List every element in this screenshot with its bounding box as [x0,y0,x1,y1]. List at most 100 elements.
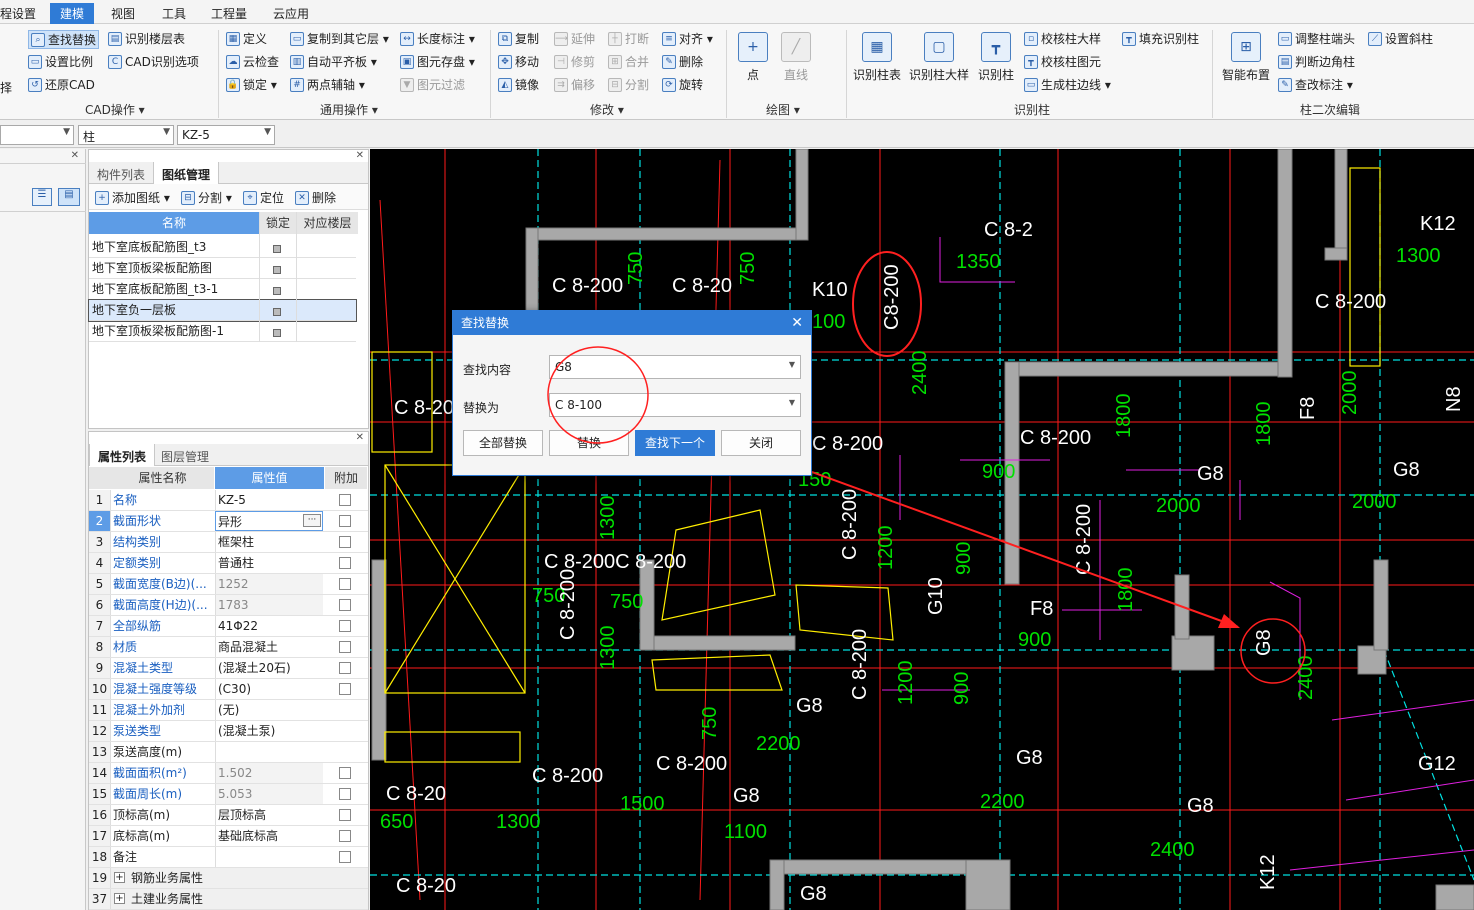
extra-checkbox[interactable] [339,557,351,569]
generate-column-edge-button[interactable]: ▭ 生成柱边线 ▾ [1024,76,1111,93]
judge-corner-column-button[interactable]: ▤ 判断边角柱 [1278,53,1355,70]
close-icon[interactable]: ✕ [71,150,79,161]
column-header-prop-name[interactable]: 属性名称 [111,467,214,489]
floor-combo[interactable]: ▼ [0,125,74,145]
property-value[interactable]: (混凝土泵) [215,721,323,741]
check-column-element-button[interactable]: ┳ 校核柱图元 [1024,53,1101,70]
find-replace-button[interactable]: ⌕ 查找替换 [28,30,100,49]
trim-button[interactable]: ⊣ 修剪 [554,53,595,70]
ellipsis-button[interactable]: ··· [303,514,321,527]
property-row[interactable]: 4 定额类别 普通柱 [89,553,368,574]
extra-checkbox[interactable] [339,536,351,548]
property-row[interactable]: 12 泵送类型 (混凝土泵) [89,721,368,742]
property-row[interactable]: 37 + 土建业务属性 [89,889,368,910]
property-value[interactable]: 5.053 [215,784,323,804]
chevron-down-icon[interactable]: ▼ [789,398,795,407]
cloud-check-button[interactable]: ☁ 云检查 [226,53,279,70]
close-icon[interactable]: ✕ [356,150,364,161]
property-row[interactable]: 10 混凝土强度等级 (C30) [89,679,368,700]
menu-view[interactable]: 视图 [111,5,135,22]
add-drawing-button[interactable]: + 添加图纸 ▾ [95,189,170,206]
extra-checkbox[interactable] [339,851,351,863]
column-header-floor[interactable]: 对应楼层 [297,212,358,234]
copy-button[interactable]: ⧉ 复制 [498,30,539,47]
merge-button[interactable]: ⊞ 合并 [608,53,649,70]
column-header-lock[interactable]: 锁定 [260,212,296,234]
property-value[interactable]: 商品混凝土 [215,637,323,657]
recognize-column-detail-button[interactable]: ▢ 识别柱大样 [908,32,970,83]
length-dimension-button[interactable]: ↔ 长度标注 ▾ [400,30,475,47]
property-row[interactable]: 7 全部纵筋 41Φ22 [89,616,368,637]
split-button[interactable]: ⊟ 分割 [608,76,649,93]
move-button[interactable]: ✥ 移动 [498,53,539,70]
property-value[interactable]: (混凝土20石) [215,658,323,678]
extra-checkbox[interactable] [339,788,351,800]
list-view-icon[interactable]: ☰ [32,188,52,206]
extra-checkbox[interactable] [339,830,351,842]
property-row[interactable]: 19 + 钢筋业务属性 [89,868,368,889]
set-scale-button[interactable]: ▭ 设置比例 [28,53,93,70]
tab-drawing-management[interactable]: 图纸管理 [153,162,220,184]
column-header-extra[interactable]: 附加 [325,467,367,489]
menu-tools[interactable]: 工具 [162,5,186,22]
cad-canvas[interactable]: C 8-200 C 8-20 C 8-2 K10 K12 C 8-200 C 8… [370,149,1474,910]
property-row[interactable]: 18 备注 [89,847,368,868]
extra-checkbox[interactable] [339,767,351,779]
property-value[interactable]: 基础底标高 [215,826,323,846]
define-button[interactable]: ▦ 定义 [226,30,267,47]
menu-modeling[interactable]: 建模 [50,3,95,24]
property-row[interactable]: 11 混凝土外加剂 (无) [89,700,368,721]
property-row[interactable]: 15 截面周长(m) 5.053 [89,784,368,805]
mirror-button[interactable]: ◭ 镜像 [498,76,539,93]
property-value[interactable] [215,742,323,762]
property-value[interactable]: (无) [215,700,323,720]
adjust-column-end-button[interactable]: ▭ 调整柱端头 [1278,30,1355,47]
chevron-down-icon[interactable]: ▼ [789,360,795,369]
replace-all-button[interactable]: 全部替换 [463,430,543,456]
group-label-draw[interactable]: 绘图 ▾ [766,101,800,118]
set-inclined-column-button[interactable]: ⟋ 设置斜柱 [1368,30,1433,47]
property-row[interactable]: 6 截面高度(H边)(... 1783 [89,595,368,616]
expand-icon[interactable]: + [114,893,125,904]
smart-layout-button[interactable]: ⊞ 智能布置 [1220,32,1272,83]
point-button[interactable]: + 点 [735,32,771,83]
cad-recognize-options-button[interactable]: C CAD识别选项 [108,53,199,70]
detail-view-icon[interactable]: ▤ [58,188,80,206]
restore-cad-button[interactable]: ↺ 还原CAD [28,76,95,93]
property-value[interactable]: 普通柱 [215,553,323,573]
split-drawing-button[interactable]: ⊟ 分割 ▾ [181,189,232,206]
group-label-modify[interactable]: 修改 ▾ [590,101,624,118]
extra-checkbox[interactable] [339,494,351,506]
property-value[interactable]: KZ-5 [215,490,323,510]
extra-checkbox[interactable] [339,599,351,611]
table-row[interactable]: 地下室底板配筋图_t3-1 [89,279,356,300]
locate-button[interactable]: ⌖ 定位 [243,189,284,206]
save-element-button[interactable]: ▣ 图元存盘 ▾ [400,53,475,70]
expand-icon[interactable]: + [114,872,125,883]
lock-icon[interactable] [273,329,281,337]
property-value[interactable]: (C30) [215,679,323,699]
recognize-floor-table-button[interactable]: ▤ 识别楼层表 [108,30,185,47]
menu-quantity[interactable]: 工程量 [211,5,247,22]
property-row[interactable]: 8 材质 商品混凝土 [89,637,368,658]
element-name-combo[interactable]: KZ-5 ▼ [177,125,275,145]
tab-property-list[interactable]: 属性列表 [89,444,156,466]
close-icon[interactable]: ✕ [356,432,364,443]
break-button[interactable]: ┼ 打断 [608,30,649,47]
tab-component-list[interactable]: 构件列表 [89,162,153,184]
two-point-axis-button[interactable]: # 两点辅轴 ▾ [290,76,365,93]
property-value[interactable]: 41Φ22 [215,616,323,636]
extra-checkbox[interactable] [339,641,351,653]
fill-recognize-column-button[interactable]: ┳ 填充识别柱 [1122,30,1199,47]
property-row[interactable]: 13 泵送高度(m) [89,742,368,763]
rotate-button[interactable]: ⟳ 旋转 [662,76,703,93]
property-row[interactable]: 14 截面面积(m²) 1.502 [89,763,368,784]
delete-drawing-button[interactable]: ✕ 删除 [295,189,336,206]
element-type-combo[interactable]: 柱 ▼ [78,125,174,145]
lock-icon[interactable] [273,245,281,253]
tab-layer-management[interactable]: 图层管理 [153,444,217,466]
extra-checkbox[interactable] [339,683,351,695]
column-header-name[interactable]: 名称 [89,212,259,234]
property-value[interactable]: 1.502 [215,763,323,783]
close-button[interactable]: 关闭 [721,430,801,456]
